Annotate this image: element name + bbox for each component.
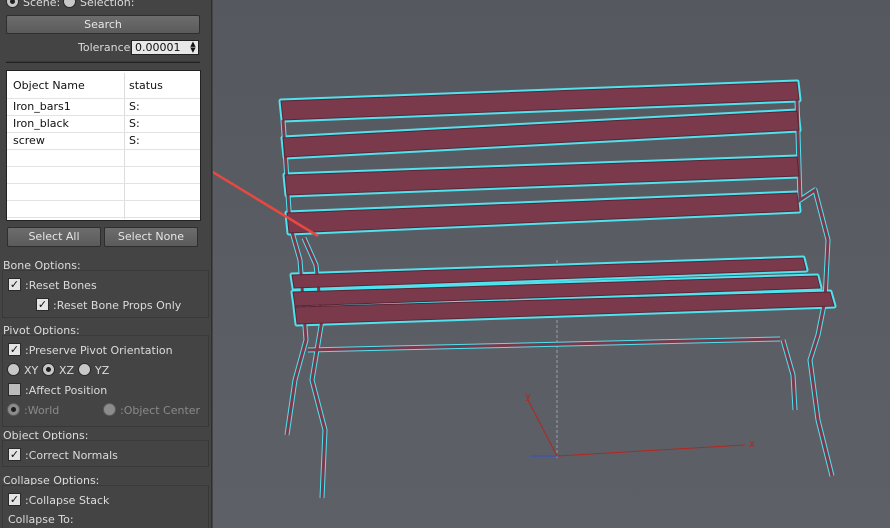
preserve-pivot-checkbox[interactable]: ✓	[8, 343, 21, 356]
xy-label: XY	[24, 364, 39, 377]
gizmo-x-label: x	[749, 439, 755, 450]
row-divider	[7, 166, 200, 167]
tolerance-label: Tolerance:	[78, 41, 135, 54]
correct-normals-label: :Correct Normals	[25, 449, 118, 462]
search-button[interactable]: Search	[6, 15, 200, 34]
column-divider	[124, 73, 125, 219]
row-divider	[7, 183, 200, 184]
table-row-name[interactable]: Iron_bars1	[13, 100, 71, 113]
object-center-radio[interactable]	[103, 403, 116, 416]
object-center-label: :Object Center	[120, 404, 201, 417]
reset-bone-props-label: :Reset Bone Props Only	[53, 299, 182, 312]
reset-bone-props-checkbox[interactable]: ✓	[36, 298, 49, 311]
table-row-name[interactable]: screw	[13, 134, 45, 147]
correct-normals-checkbox[interactable]: ✓	[8, 448, 21, 461]
row-divider	[7, 217, 200, 218]
table-row-status[interactable]: S:	[129, 134, 140, 147]
table-row-status[interactable]: S:	[129, 117, 140, 130]
world-radio[interactable]	[7, 403, 20, 416]
scene-label: Scene:	[23, 0, 61, 9]
table-row-name[interactable]: Iron_black	[13, 117, 69, 130]
select-all-button[interactable]: Select All	[7, 227, 101, 247]
row-divider	[7, 149, 200, 150]
collapse-to-label: Collapse To:	[8, 513, 74, 526]
object-table[interactable]: Object Name status Iron_bars1 S: Iron_bl…	[6, 70, 201, 221]
collapse-stack-checkbox[interactable]: ✓	[8, 493, 21, 506]
world-label: :World	[24, 404, 60, 417]
gizmo-x-axis	[556, 444, 746, 457]
xz-label: XZ	[59, 364, 75, 377]
gizmo-y-label: y	[525, 391, 531, 402]
column-header-status[interactable]: status	[129, 73, 163, 99]
reset-bones-label: :Reset Bones	[25, 279, 97, 292]
column-header-object-name[interactable]: Object Name	[13, 73, 85, 99]
scene-radio[interactable]	[6, 0, 19, 8]
viewport-scene: x y	[152, 79, 837, 499]
row-divider	[7, 132, 200, 133]
separator	[6, 61, 200, 63]
preserve-pivot-label: :Preserve Pivot Orientation	[25, 344, 173, 357]
selection-radio[interactable]	[63, 0, 76, 8]
affect-position-label: :Affect Position	[25, 384, 108, 397]
select-none-button[interactable]: Select None	[104, 227, 198, 247]
yz-label: YZ	[95, 364, 110, 377]
row-divider	[7, 115, 200, 116]
3d-viewport[interactable]: x y	[152, 0, 890, 528]
table-row-status[interactable]: S:	[129, 100, 140, 113]
row-divider	[7, 200, 200, 201]
yz-radio[interactable]	[78, 363, 91, 376]
reset-bones-checkbox[interactable]: ✓	[8, 278, 21, 291]
xy-radio[interactable]	[7, 363, 20, 376]
row-divider	[7, 98, 200, 99]
tolerance-value: 0.00001	[135, 41, 181, 54]
spinner-arrows-icon[interactable]: ▲ ▼	[189, 41, 197, 54]
tool-panel: Scene: Selection: Search Tolerance: 0.00…	[0, 0, 212, 528]
tolerance-spinner[interactable]: 0.00001 ▲ ▼	[131, 40, 199, 55]
affect-position-checkbox[interactable]	[8, 383, 21, 396]
gizmo-y-axis	[527, 399, 558, 457]
collapse-stack-label: :Collapse Stack	[25, 494, 110, 507]
selection-label: Selection:	[80, 0, 135, 9]
xz-radio[interactable]	[42, 363, 55, 376]
